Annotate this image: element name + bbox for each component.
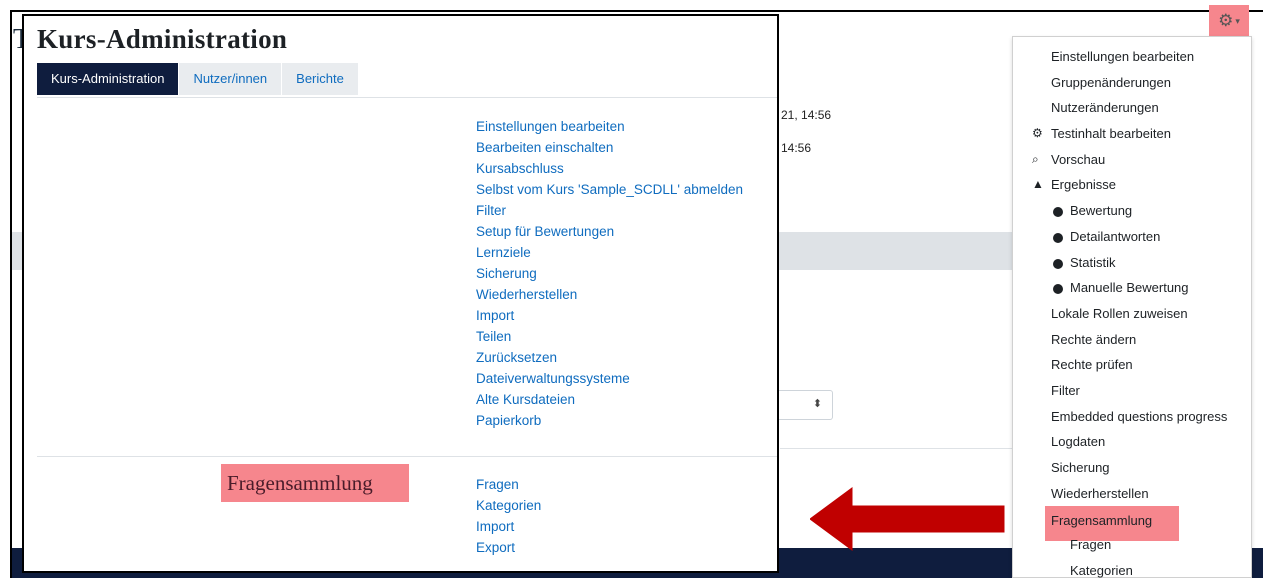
screenshot-border-left [10, 10, 12, 578]
menu-item-label: Wiederherstellen [1051, 485, 1149, 501]
link-recycle-bin[interactable]: Papierkorb [476, 410, 743, 431]
link-reset[interactable]: Zurücksetzen [476, 347, 743, 368]
menu-item-manual-grading[interactable]: Manuelle Bewertung [1013, 275, 1251, 301]
menu-item-restore[interactable]: Wiederherstellen [1013, 481, 1251, 507]
link-repositories[interactable]: Dateiverwaltungssysteme [476, 368, 743, 389]
magnifier-icon: ⌕ [1032, 151, 1039, 166]
background-divider [780, 448, 1015, 449]
menu-item-edit-quiz[interactable]: ⚙ Testinhalt bearbeiten [1013, 121, 1251, 147]
tab-reports[interactable]: Berichte [282, 63, 359, 95]
menu-item-responses[interactable]: Detailantworten [1013, 224, 1251, 250]
menu-item-label: Embedded questions progress [1051, 408, 1228, 424]
menu-item-label: Sicherung [1051, 460, 1110, 475]
admin-page-title: Kurs-Administration [37, 24, 288, 54]
link-categories[interactable]: Kategorien [476, 495, 541, 516]
link-questions[interactable]: Fragen [476, 474, 541, 495]
cog-icon: ⚙ [1032, 126, 1043, 141]
menu-item-grades[interactable]: Bewertung [1013, 198, 1251, 224]
menu-item-filters[interactable]: Filter [1013, 378, 1251, 404]
menu-item-question-bank[interactable]: Fragensammlung [1013, 506, 1251, 542]
bullet-icon [1053, 258, 1063, 269]
menu-item-label: Vorschau [1051, 151, 1106, 167]
caret-down-icon: ▾ [1235, 16, 1240, 27]
link-outcomes[interactable]: Lernziele [476, 242, 743, 263]
link-qb-import[interactable]: Import [476, 516, 541, 537]
menu-item-questions[interactable]: Fragen [1013, 532, 1251, 558]
tabs-underline [37, 97, 777, 98]
link-share[interactable]: Teilen [476, 326, 743, 347]
background-select[interactable]: ⬍ [779, 390, 833, 420]
background-date-text: 21, 14:56 [781, 108, 832, 122]
annotation-arrow-icon [810, 487, 1005, 551]
action-menu-toggle[interactable]: ⚙ ▾ [1209, 5, 1249, 36]
link-qb-export[interactable]: Export [476, 537, 541, 558]
menu-item-label: Rechte prüfen [1051, 357, 1133, 373]
screenshot-border-top [10, 10, 1263, 12]
menu-item-categories[interactable]: Kategorien [1013, 558, 1251, 578]
menu-item-label: Ergebnisse [1051, 177, 1117, 193]
link-course-completion[interactable]: Kursabschluss [476, 158, 743, 179]
tab-course-admin[interactable]: Kurs-Administration [37, 63, 180, 95]
question-bank-links: Fragen Kategorien Import Export [476, 474, 541, 558]
course-admin-links: Einstellungen bearbeiten Bearbeiten eins… [476, 116, 743, 431]
menu-item-check-permissions[interactable]: Rechte prüfen [1013, 352, 1251, 378]
link-filters[interactable]: Filter [476, 200, 743, 221]
menu-item-label: Bewertung [1070, 203, 1133, 219]
menu-item-label: Fragen [1070, 537, 1112, 553]
menu-item-user-overrides[interactable]: Nutzeränderungen [1013, 95, 1251, 121]
bullet-icon [1053, 232, 1063, 243]
menu-item-group-overrides[interactable]: Gruppenänderungen [1013, 70, 1251, 96]
section-divider [37, 456, 777, 457]
background-time-text: 14:56 [781, 141, 812, 155]
menu-item-label: Detailantworten [1070, 228, 1161, 244]
menu-item-statistics[interactable]: Statistik [1013, 250, 1251, 276]
menu-item-preview[interactable]: ⌕ Vorschau [1013, 147, 1251, 173]
menu-item-assign-roles[interactable]: Lokale Rollen zuweisen [1013, 301, 1251, 327]
link-gradebook-setup[interactable]: Setup für Bewertungen [476, 221, 743, 242]
menu-item-logs[interactable]: Logdaten [1013, 429, 1251, 455]
link-turn-editing-on[interactable]: Bearbeiten einschalten [476, 137, 743, 158]
menu-item-label: Kategorien [1070, 562, 1133, 578]
link-backup[interactable]: Sicherung [476, 263, 743, 284]
menu-item-results[interactable]: ▲ Ergebnisse [1013, 172, 1251, 198]
link-restore[interactable]: Wiederherstellen [476, 284, 743, 305]
course-admin-panel: Kurs-Administration Kurs-Administration … [22, 14, 779, 573]
menu-item-label: Nutzeränderungen [1051, 100, 1159, 116]
menu-item-backup[interactable]: Sicherung [1013, 455, 1251, 481]
action-menu-dropdown: Einstellungen bearbeiten Gruppenänderung… [1012, 36, 1252, 578]
menu-item-label: Manuelle Bewertung [1070, 280, 1189, 296]
link-unenrol-self[interactable]: Selbst vom Kurs 'Sample_SCDLL' abmelden [476, 179, 743, 200]
link-edit-settings[interactable]: Einstellungen bearbeiten [476, 116, 743, 137]
menu-item-label: Logdaten [1051, 434, 1106, 450]
menu-item-label: Rechte ändern [1051, 331, 1137, 347]
link-import[interactable]: Import [476, 305, 743, 326]
bullet-icon [1053, 207, 1063, 218]
menu-item-label: Testinhalt bearbeiten [1051, 126, 1171, 142]
question-bank-heading: Fragensammlung [221, 464, 409, 502]
tab-users[interactable]: Nutzer/innen [179, 63, 283, 95]
link-legacy-files[interactable]: Alte Kursdateien [476, 389, 743, 410]
gear-icon: ⚙ [1218, 11, 1234, 30]
menu-item-label: Statistik [1070, 254, 1116, 270]
menu-item-label: Einstellungen bearbeiten [1051, 49, 1195, 64]
admin-tabs: Kurs-Administration Nutzer/innen Bericht… [37, 63, 359, 95]
menu-item-edit-settings[interactable]: Einstellungen bearbeiten [1013, 44, 1251, 70]
menu-item-label: Filter [1051, 382, 1080, 398]
select-caret-icon: ⬍ [812, 398, 822, 410]
bullet-icon [1053, 284, 1063, 295]
menu-item-label: Gruppenänderungen [1051, 74, 1171, 90]
menu-item-permissions[interactable]: Rechte ändern [1013, 327, 1251, 353]
menu-item-embedded-questions[interactable]: Embedded questions progress [1013, 404, 1251, 430]
menu-item-label: Lokale Rollen zuweisen [1051, 305, 1188, 321]
area-chart-icon: ▲ [1032, 177, 1044, 192]
